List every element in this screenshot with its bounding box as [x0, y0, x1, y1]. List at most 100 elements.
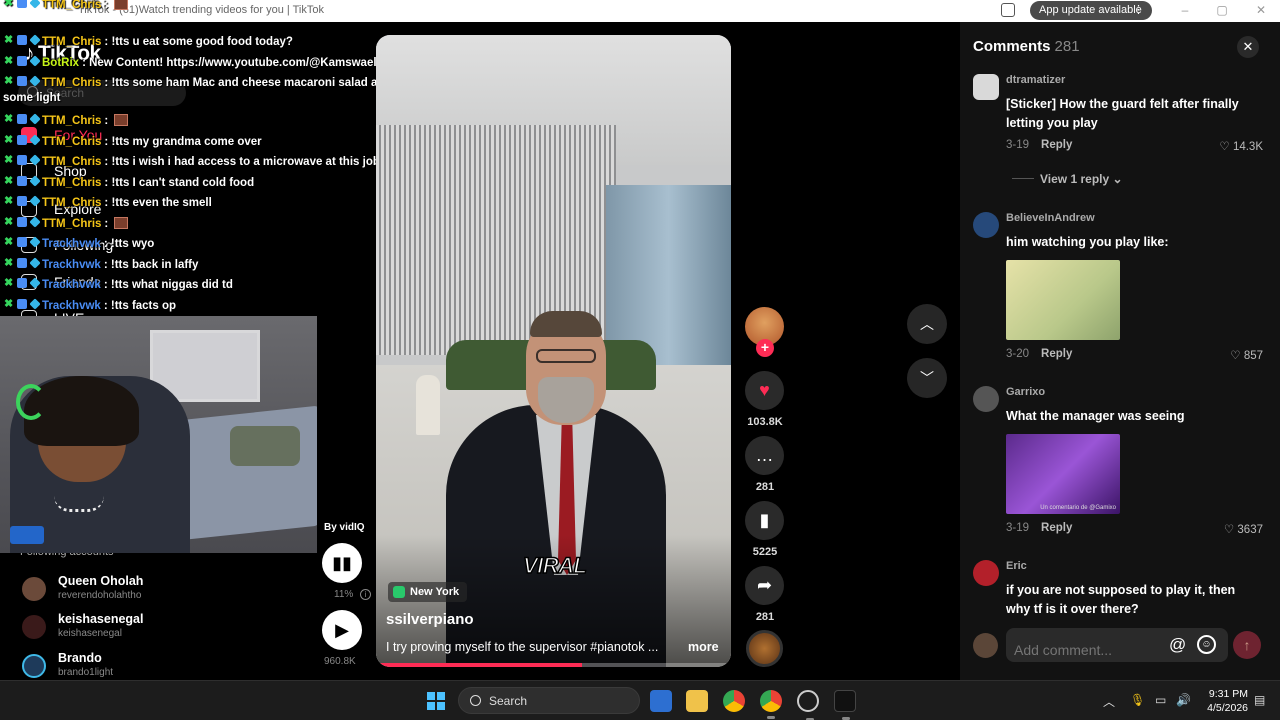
microphone-icon[interactable]: 🎙 — [1130, 693, 1145, 707]
comment-like-count: 14.3K — [1232, 141, 1263, 153]
store-app-icon[interactable] — [650, 690, 672, 712]
windows-start-icon[interactable] — [427, 692, 445, 710]
video-seated-person — [416, 375, 440, 435]
avatar — [22, 577, 46, 601]
more-menu-icon[interactable]: ⋮ — [1133, 1, 1144, 20]
chrome-profile-icon[interactable] — [760, 690, 782, 719]
account-item[interactable]: Queen Oholah reverendoholahtho — [20, 574, 260, 610]
video-face — [526, 311, 606, 425]
comments-count: 281 — [1054, 38, 1080, 55]
music-disc-icon[interactable] — [746, 630, 783, 667]
comment-sticker-image[interactable] — [1006, 260, 1120, 340]
clock-date: 4/5/2026 — [1207, 702, 1248, 714]
location-tag[interactable]: New York — [388, 582, 468, 602]
emoji-icon[interactable]: ☺ — [1197, 635, 1216, 654]
comment-item: Garrixo What the manager was seeing Un c… — [973, 386, 1273, 536]
comment-button[interactable]: … — [745, 436, 784, 475]
like-button[interactable]: ♥ — [745, 371, 784, 410]
chat-badges-icon: ✖ — [4, 216, 42, 228]
account-handle: keishasenegal — [58, 628, 122, 639]
account-name: Brando — [58, 651, 102, 665]
chrome-icon[interactable] — [723, 690, 745, 712]
avatar[interactable] — [973, 560, 999, 586]
chat-wrapped-text: some light — [3, 92, 61, 104]
chat-username: Trackhvwk — [42, 279, 101, 291]
stats-button[interactable]: ▮▮ — [322, 543, 362, 583]
next-video-button[interactable]: ﹀ — [907, 358, 947, 398]
avatar — [22, 654, 46, 678]
chat-message: ✖ TTM_Chris: — [4, 0, 129, 12]
play-button[interactable]: ▶ — [322, 610, 362, 650]
chat-badges-icon: ✖ — [4, 236, 42, 248]
comment-likes[interactable]: ♡ 14.3K — [1219, 139, 1263, 153]
maximize-icon[interactable]: ▢ — [1215, 3, 1229, 17]
caption-more-link[interactable]: more — [688, 640, 719, 654]
location-pin-icon — [393, 586, 405, 598]
my-avatar — [973, 633, 998, 658]
chat-text: !tts even the smell — [111, 197, 212, 209]
chat-text: !tts i wish i had access to a microwave … — [111, 156, 380, 168]
comment-username[interactable]: dtramatizer — [1006, 74, 1065, 86]
previous-video-button[interactable]: ︿ — [907, 304, 947, 344]
comment-meta: 3-19 Reply — [1006, 139, 1072, 151]
chat-emote-icon — [114, 0, 129, 10]
volume-icon[interactable]: 🔊 — [1176, 693, 1191, 707]
network-icon[interactable]: ▭ — [1155, 693, 1166, 707]
chat-message: ✖ Trackhvwk: !tts facts op — [4, 298, 177, 312]
chat-badges-icon: ✖ — [4, 298, 42, 310]
comment-likes[interactable]: ♡ 3637 — [1224, 522, 1263, 536]
close-window-icon[interactable]: ✕ — [1254, 3, 1268, 17]
save-button[interactable]: ▮ — [745, 501, 784, 540]
extensions-icon[interactable] — [1001, 3, 1015, 17]
reply-button[interactable]: Reply — [1041, 139, 1072, 151]
comment-date: 3-20 — [1006, 348, 1030, 360]
reply-button[interactable]: Reply — [1041, 522, 1072, 534]
account-item[interactable]: keishasenegal keishasenegal — [20, 612, 260, 648]
chat-message: ✖ TTM_Chris: !tts my grandma come over — [4, 134, 262, 148]
tray-overflow-icon[interactable]: ︿ — [1103, 693, 1115, 710]
minimize-icon[interactable]: – — [1178, 3, 1192, 17]
chat-badges-icon: ✖ — [4, 75, 42, 87]
chat-username: TTM_Chris — [42, 156, 102, 168]
chat-text: !tts facts op — [110, 300, 177, 312]
file-explorer-icon[interactable] — [686, 690, 708, 712]
comment-username[interactable]: BelieveInAndrew — [1006, 212, 1095, 224]
comment-item: Eric if you are not supposed to play it,… — [973, 560, 1273, 620]
view-replies-button[interactable]: View 1 reply ⌄ — [1012, 172, 1123, 186]
info-icon[interactable]: i — [360, 589, 371, 600]
taskbar-search[interactable]: Search — [458, 687, 640, 714]
comment-likes[interactable]: ♡ 857 — [1230, 348, 1263, 362]
avatar[interactable] — [973, 74, 999, 100]
send-comment-button[interactable]: ↑ — [1233, 631, 1261, 659]
avatar[interactable] — [973, 212, 999, 238]
tiktok-app-icon[interactable] — [834, 690, 856, 720]
app-update-button[interactable]: App update available ⋮ — [1030, 1, 1152, 20]
comment-meta: 3-19 Reply — [1006, 522, 1072, 534]
comment-username[interactable]: Eric — [1006, 560, 1027, 572]
add-comment-input[interactable] — [1006, 628, 1228, 662]
reply-button[interactable]: Reply — [1041, 348, 1072, 360]
comments-title: Comments 281 — [973, 38, 1080, 55]
share-icon: ➦ — [756, 575, 773, 595]
comment-count: 281 — [755, 481, 775, 493]
comment-sticker-image[interactable]: Un comentario de @Gamixo — [1006, 434, 1120, 514]
video-player[interactable]: VIRAL New York ssilverpiano I try provin… — [376, 35, 731, 667]
video-beard — [538, 377, 594, 423]
close-comments-button[interactable]: ✕ — [1237, 36, 1259, 58]
video-author[interactable]: ssilverpiano — [386, 611, 474, 628]
share-button[interactable]: ➦ — [745, 566, 784, 605]
mention-icon[interactable]: @ — [1169, 635, 1186, 655]
chat-message: ✖ TTM_Chris: !tts I can't stand cold food — [4, 175, 255, 189]
chat-username: Trackhvwk — [42, 300, 101, 312]
follow-plus-icon[interactable]: + — [756, 339, 774, 357]
avatar[interactable] — [973, 386, 999, 412]
obs-icon[interactable] — [797, 690, 819, 720]
sticker-caption: Un comentario de @Gamixo — [1040, 505, 1116, 511]
comments-panel: Comments 281 ✕ dtramatizer [Sticker] How … — [960, 22, 1280, 680]
video-progress-bar[interactable] — [376, 663, 731, 667]
taskbar-clock[interactable]: 9:31 PM 4/5/2026 — [1204, 687, 1248, 715]
comment-date: 3-19 — [1006, 139, 1030, 151]
notification-icon[interactable]: ▤ — [1254, 693, 1265, 707]
comments-title-text: Comments — [973, 38, 1051, 55]
comment-username[interactable]: Garrixo — [1006, 386, 1045, 398]
